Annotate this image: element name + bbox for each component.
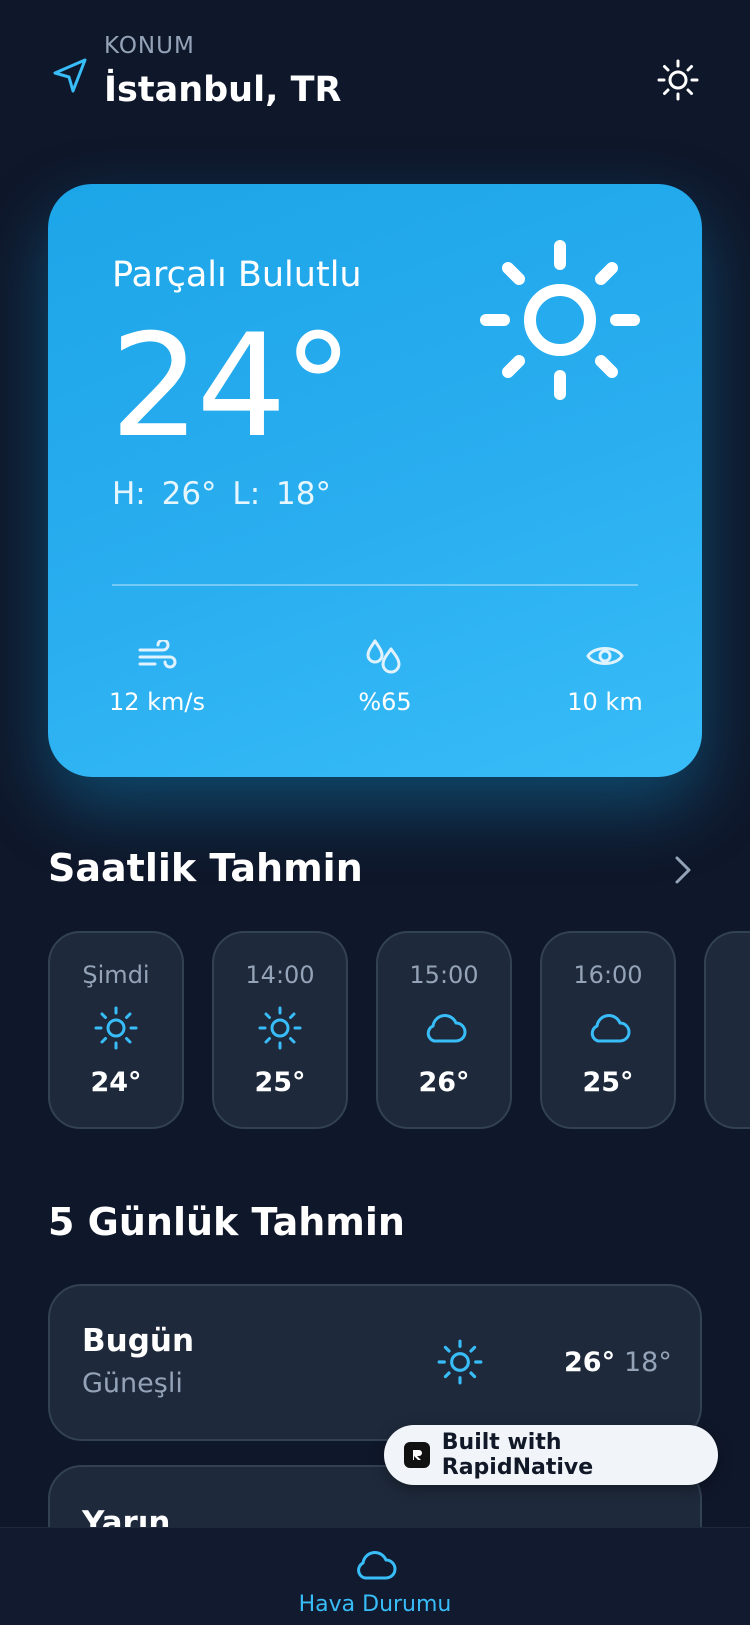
day-name: Bugün [82, 1323, 195, 1359]
location-label: KONUM [104, 33, 195, 59]
humidity-value: %65 [358, 688, 412, 716]
cloud-icon[interactable] [352, 1546, 398, 1584]
day-condition: Güneşli [82, 1368, 183, 1399]
sun-icon [94, 1006, 138, 1050]
daily-title: 5 Günlük Tahmin [48, 1200, 405, 1244]
hour-time: 14:00 [245, 961, 315, 989]
nav-tab-weather[interactable]: Hava Durumu [0, 1592, 750, 1617]
hour-time: Şimdi [82, 961, 150, 989]
visibility-value: 10 km [567, 688, 643, 716]
sun-icon [480, 240, 640, 400]
rapidnative-logo-icon [404, 1442, 430, 1468]
sun-icon [437, 1339, 483, 1385]
hour-temp: 26° [418, 1067, 470, 1098]
hourly-card[interactable]: 15:00 26° [376, 931, 512, 1129]
hourly-card[interactable]: Şimdi 24° [48, 931, 184, 1129]
hour-time: 15:00 [409, 961, 479, 989]
high-low: H: 26° L: 18° [112, 476, 331, 512]
chevron-right-icon[interactable] [668, 853, 698, 887]
humidity-stat: %65 [300, 636, 470, 716]
hourly-card-partial[interactable] [704, 931, 750, 1129]
current-condition: Parçalı Bulutlu [112, 255, 362, 295]
day-high: 26° [564, 1347, 616, 1378]
sun-theme-icon [657, 59, 699, 101]
hourly-title: Saatlik Tahmin [48, 846, 363, 890]
hour-temp: 25° [254, 1067, 306, 1098]
cloud-icon [426, 1014, 467, 1043]
hero-divider [112, 584, 638, 586]
high-temp: H: 26° [112, 476, 217, 512]
wind-icon [138, 640, 177, 669]
location-city[interactable]: İstanbul, TR [104, 70, 341, 110]
current-temperature: 24° [110, 304, 354, 469]
hour-time: 16:00 [573, 961, 643, 989]
wind-stat: 12 km/s [72, 636, 242, 716]
humidity-icon [366, 639, 401, 674]
eye-icon [586, 647, 624, 665]
sun-icon [258, 1006, 302, 1050]
badge-label: Built with RapidNative [441, 1430, 594, 1480]
wind-value: 12 km/s [108, 688, 206, 716]
location-arrow-icon [53, 58, 87, 93]
built-with-badge[interactable]: Built with RapidNative [384, 1425, 718, 1485]
theme-toggle-button[interactable] [650, 52, 706, 108]
hourly-card[interactable]: 14:00 25° [212, 931, 348, 1129]
day-low: 18° [624, 1347, 672, 1378]
cloud-icon [590, 1014, 631, 1043]
low-temp: L: 18° [232, 476, 331, 512]
hourly-card[interactable]: 16:00 25° [540, 931, 676, 1129]
visibility-stat: 10 km [520, 636, 690, 716]
hour-temp: 24° [90, 1067, 142, 1098]
hour-temp: 25° [582, 1067, 634, 1098]
